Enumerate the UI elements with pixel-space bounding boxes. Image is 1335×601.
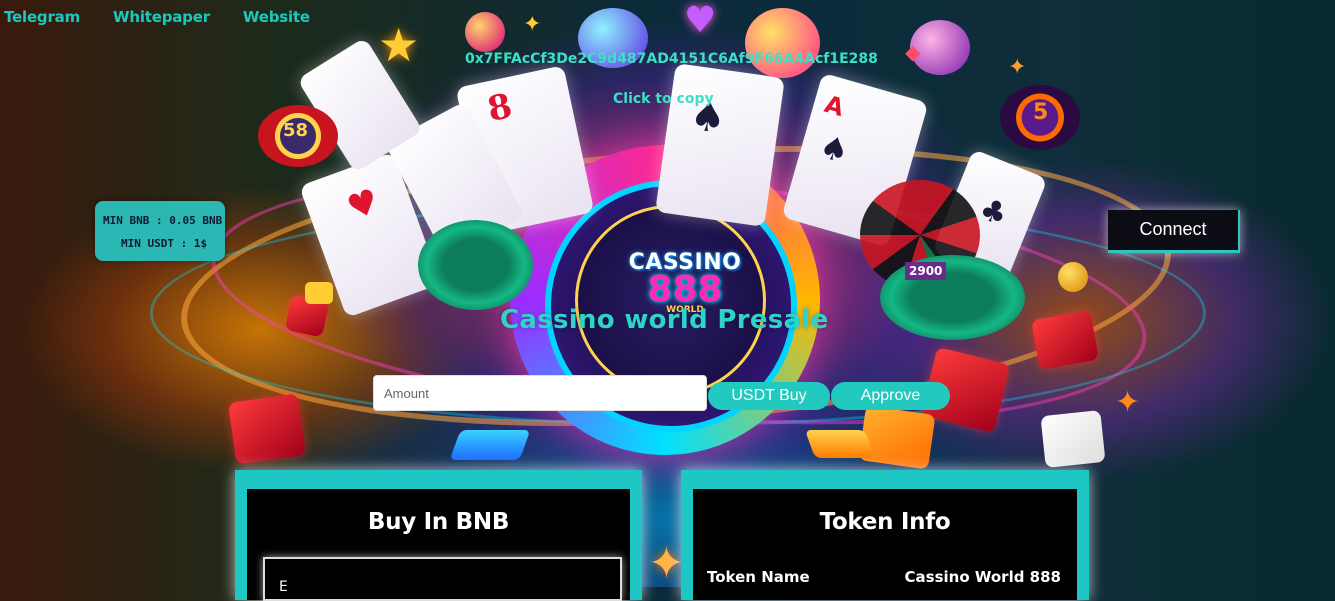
presale-title: Cassino world Presale <box>500 305 829 335</box>
token-name-row: Token Name Cassino World 888 <box>707 568 1061 586</box>
decor-label: 2900 <box>905 262 947 280</box>
copy-address-link[interactable]: Click to copy <box>613 91 714 107</box>
connect-wallet-button[interactable]: Connect <box>1108 210 1240 253</box>
nav-link-website[interactable]: Website <box>243 8 310 26</box>
contract-address[interactable]: 0x7FFAcCf3De2C9d487AD4151C6Af9F66A4Acf1E… <box>465 51 878 67</box>
chip-text-b: 5 <box>1033 100 1049 125</box>
bnb-amount-field[interactable]: E <box>263 557 622 601</box>
nav-link-telegram[interactable]: Telegram <box>4 8 80 26</box>
token-name-label: Token Name <box>707 568 810 586</box>
approve-button[interactable]: Approve <box>831 382 950 410</box>
usdt-buy-button[interactable]: USDT Buy <box>708 382 830 410</box>
logo-top: CASSINO <box>628 250 742 275</box>
token-info-title: Token Info <box>819 509 951 535</box>
minimum-amounts-box: MIN BNB : 0.05 BNB MIN USDT : 1$ <box>95 201 225 261</box>
nav-link-whitepaper[interactable]: Whitepaper <box>113 8 210 26</box>
token-info-panel: Token Info Token Name Cassino World 888 <box>681 470 1089 600</box>
bnb-field-text: E <box>279 579 288 595</box>
buy-bnb-panel: Buy In BNB E <box>235 470 642 601</box>
top-nav: Telegram Whitepaper Website <box>4 8 310 26</box>
token-name-value: Cassino World 888 <box>904 568 1061 586</box>
buy-bnb-title: Buy In BNB <box>367 509 510 535</box>
min-bnb-label: MIN BNB : 0.05 BNB <box>103 214 223 227</box>
amount-input[interactable] <box>373 375 707 411</box>
logo-number: 888 <box>647 269 723 310</box>
min-usdt-label: MIN USDT : 1$ <box>121 237 208 250</box>
background-art: 8 ♥ ♠ A ♠ ♣ 58 5 ★ ✦ ♥ ✦ ✦ ✦ ◆ 2900 CASS… <box>0 0 1335 589</box>
chip-text-a: 58 <box>283 120 309 141</box>
